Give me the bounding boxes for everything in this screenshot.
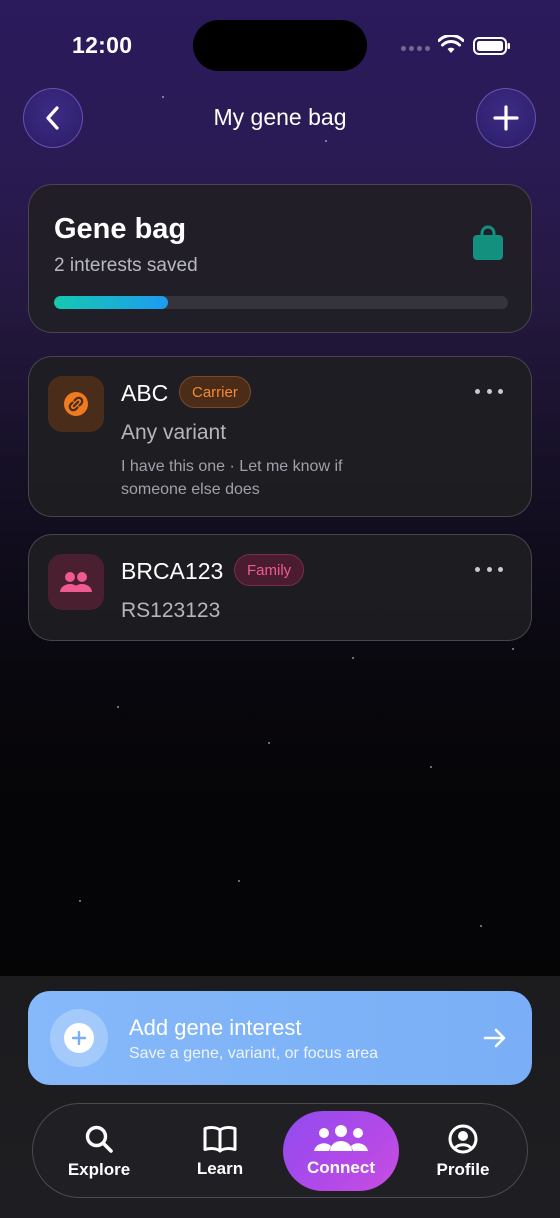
tab-connect[interactable]: Connect (283, 1111, 399, 1191)
dot (498, 388, 503, 394)
book-icon (203, 1125, 237, 1152)
status-badge: Family (234, 554, 305, 586)
community-icon (314, 1125, 368, 1151)
gene-icon-tile (48, 554, 104, 610)
gene-name: BRCA123 (121, 558, 224, 584)
dot (498, 566, 503, 572)
gene-variant: Any variant (121, 421, 227, 444)
summary-title: Gene bag (54, 213, 187, 245)
arrow-right-icon (483, 1028, 506, 1048)
tab-profile[interactable]: Profile (421, 1104, 505, 1199)
battery-icon (473, 37, 510, 55)
status-badge: Carrier (179, 376, 251, 408)
tab-label: Explore (67, 1159, 131, 1179)
tab-label: Profile (436, 1159, 490, 1179)
plus-icon (493, 105, 519, 131)
gene-icon-tile (48, 376, 104, 432)
cta-title: Add gene interest (129, 1015, 302, 1040)
status-bar: 12:00 (0, 0, 560, 90)
cta-subtitle: Save a gene, variant, or focus area (129, 1045, 379, 1062)
dot (486, 566, 492, 572)
people-icon (60, 572, 92, 592)
star (512, 648, 514, 650)
tab-explore[interactable]: Explore (57, 1104, 141, 1199)
star (480, 925, 482, 927)
gene-variant: RS123123 (121, 599, 221, 622)
tab-label: Connect (307, 1158, 375, 1177)
gene-card[interactable]: BRCA123 Family RS123123 (28, 534, 532, 641)
wifi-icon (438, 35, 464, 53)
dynamic-island (193, 20, 367, 71)
tab-bar: Explore Learn Connect Profile (32, 1103, 528, 1198)
more-options-button[interactable] (475, 559, 503, 579)
star (238, 880, 240, 882)
gene-bag-summary-card: Gene bag 2 interests saved (28, 184, 532, 333)
gene-name: ABC (121, 380, 169, 406)
tab-label: Learn (196, 1158, 244, 1178)
summary-subtitle: 2 interests saved (54, 255, 198, 276)
star (268, 742, 270, 744)
status-time: 12:00 (72, 32, 133, 58)
gene-note: I have this one · Let me know if someone… (121, 458, 343, 498)
star (117, 706, 119, 708)
gene-card[interactable]: ABC Carrier Any variant I have this one … (28, 356, 532, 517)
star (79, 900, 81, 902)
star (430, 766, 432, 768)
link-icon (64, 392, 88, 416)
shopping-bag-icon (473, 225, 503, 260)
dot (486, 388, 492, 394)
dot (475, 388, 480, 394)
cellular-signal-icon (401, 46, 431, 52)
star (352, 657, 354, 659)
add-gene-interest-button[interactable]: Add gene interest Save a gene, variant, … (28, 991, 532, 1085)
add-button[interactable] (476, 88, 536, 148)
dot (475, 566, 480, 572)
tab-learn[interactable]: Learn (178, 1104, 262, 1199)
search-icon (85, 1125, 113, 1153)
user-circle-icon (448, 1124, 478, 1153)
progress-bar (54, 296, 508, 309)
more-options-button[interactable] (475, 381, 503, 401)
star (162, 96, 164, 98)
star (325, 140, 327, 142)
progress-fill (54, 296, 168, 309)
plus-circle-icon (50, 1009, 108, 1067)
